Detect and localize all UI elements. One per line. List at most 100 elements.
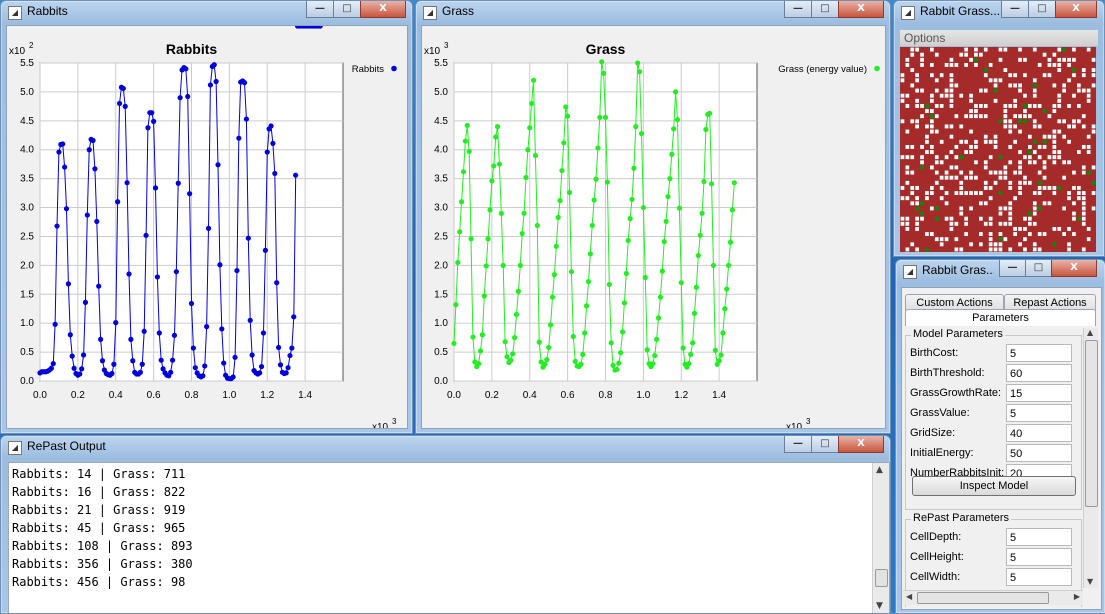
empty-cell xyxy=(900,185,905,190)
data-point xyxy=(171,332,178,338)
empty-cell xyxy=(1013,196,1017,201)
param-value-field[interactable]: 5 xyxy=(1006,548,1072,566)
data-point xyxy=(500,262,506,268)
vertical-scrollbar[interactable]: ▲ ▼ xyxy=(872,463,889,613)
scroll-down-arrow-icon[interactable]: ▼ xyxy=(876,601,883,611)
empty-cell xyxy=(1081,88,1086,93)
scroll-thumb[interactable] xyxy=(917,592,1049,604)
output-titlebar[interactable]: ◢ RePast Output — □ X xyxy=(1,436,890,458)
controller-titlebar[interactable]: ◢ Rabbit Gras... — □ X xyxy=(896,260,1105,282)
param-value-field[interactable]: 40 xyxy=(1006,424,1072,442)
empty-cell xyxy=(1008,103,1013,108)
grass-titlebar[interactable]: ◢ Grass — □ X xyxy=(416,1,890,23)
data-point xyxy=(655,315,662,321)
empty-cell xyxy=(1037,191,1042,196)
param-value-field[interactable]: 5 xyxy=(1006,404,1072,422)
empty-cell xyxy=(910,170,915,175)
rabbits-chart-panel: 0.0 0.2 0.4 0.6 0.8 1.0 1.2 1.4 0.0 0.5 1.0 1.5 2.0 2… xyxy=(6,23,408,433)
close-button[interactable]: X xyxy=(1055,1,1097,18)
param-label: CellDepth: xyxy=(910,531,962,543)
empty-cell xyxy=(998,47,1003,52)
x-tick-label: 1.4 xyxy=(298,390,312,401)
data-point xyxy=(293,172,299,178)
scroll-up-arrow-icon[interactable]: ▲ xyxy=(1087,328,1093,337)
empty-cell xyxy=(915,124,919,129)
grid-titlebar[interactable]: ◢ Rabbit Grass... — □ X xyxy=(894,1,1104,23)
data-point xyxy=(60,141,66,147)
scroll-thumb[interactable] xyxy=(875,569,888,587)
empty-cell xyxy=(1077,88,1081,93)
empty-cell xyxy=(959,170,964,175)
empty-cell xyxy=(964,47,968,52)
scroll-left-arrow-icon[interactable]: ◀ xyxy=(906,592,912,601)
rabbit-agent xyxy=(1057,185,1062,191)
data-point xyxy=(608,340,614,346)
minimize-button[interactable]: — xyxy=(1001,1,1029,18)
empty-cell xyxy=(964,232,968,237)
empty-cell xyxy=(934,237,939,242)
empty-cell xyxy=(934,52,939,57)
scroll-right-arrow-icon[interactable]: ▶ xyxy=(1074,592,1080,601)
empty-cell xyxy=(1057,150,1062,155)
data-point xyxy=(623,270,629,277)
rabbit-agent xyxy=(998,190,1003,196)
empty-cell xyxy=(1086,150,1091,155)
empty-cell xyxy=(983,114,988,119)
data-point xyxy=(496,161,503,167)
close-button[interactable]: X xyxy=(838,436,884,453)
scroll-up-arrow-icon[interactable]: ▲ xyxy=(876,465,883,475)
param-value-field[interactable]: 50 xyxy=(1006,444,1072,462)
empty-cell xyxy=(1057,155,1062,160)
empty-cell xyxy=(1023,93,1027,98)
empty-cell xyxy=(934,78,939,83)
scroll-down-arrow-icon[interactable]: ▼ xyxy=(1087,577,1093,586)
empty-cell xyxy=(1057,98,1062,103)
minimize-button[interactable]: — xyxy=(784,1,812,18)
empty-cell xyxy=(993,134,998,139)
options-menu[interactable]: Options xyxy=(900,30,1098,46)
data-point xyxy=(158,357,164,363)
rabbits-titlebar[interactable]: ◢ Rabbits — □ X xyxy=(1,1,412,23)
inspect-model-button[interactable]: Inspect Model xyxy=(912,476,1076,496)
param-value-field[interactable]: 60 xyxy=(1006,364,1072,382)
empty-cell xyxy=(1032,93,1037,98)
horizontal-scrollbar[interactable]: ◀ ▶ xyxy=(903,590,1083,605)
data-point xyxy=(67,332,73,338)
param-value-field[interactable]: 5 xyxy=(1006,568,1072,586)
tab-parameters[interactable]: Parameters xyxy=(905,309,1096,326)
minimize-button[interactable]: — xyxy=(784,436,812,453)
y-multiplier-exponent: 2 xyxy=(29,41,34,50)
empty-cell xyxy=(983,103,988,108)
data-point xyxy=(217,262,223,268)
data-point xyxy=(130,358,136,364)
maximize-button[interactable]: □ xyxy=(811,1,839,18)
close-button[interactable]: X xyxy=(838,1,884,18)
param-value-field[interactable]: 15 xyxy=(1006,384,1072,402)
empty-cell xyxy=(979,88,983,93)
close-button[interactable]: X xyxy=(360,1,406,18)
x-tick-label: 0.2 xyxy=(485,390,499,401)
data-point xyxy=(585,278,592,285)
maximize-button[interactable]: □ xyxy=(1025,260,1052,277)
empty-cell xyxy=(988,247,993,252)
data-point xyxy=(111,361,117,367)
empty-cell xyxy=(983,134,988,139)
param-value-field[interactable]: 5 xyxy=(1006,528,1072,546)
minimize-button[interactable]: — xyxy=(306,1,334,18)
scroll-thumb[interactable] xyxy=(1085,340,1098,507)
empty-cell xyxy=(920,216,924,221)
data-point xyxy=(145,125,151,131)
maximize-button[interactable]: □ xyxy=(1028,1,1056,18)
vertical-scrollbar[interactable]: ▲ ▼ xyxy=(1083,328,1098,588)
maximize-button[interactable]: □ xyxy=(811,436,839,453)
close-button[interactable]: X xyxy=(1051,260,1097,277)
legend-label: Rabbits xyxy=(352,64,384,75)
output-text-area[interactable]: Rabbits: 14 | Grass: 711 Rabbits: 16 | Gr… xyxy=(8,462,890,613)
empty-cell xyxy=(915,247,919,252)
empty-cell xyxy=(1067,124,1071,129)
data-point xyxy=(272,170,278,177)
minimize-button[interactable]: — xyxy=(999,260,1026,277)
maximize-button[interactable]: □ xyxy=(333,1,361,18)
empty-cell xyxy=(959,180,964,185)
param-value-field[interactable]: 5 xyxy=(1006,344,1072,362)
